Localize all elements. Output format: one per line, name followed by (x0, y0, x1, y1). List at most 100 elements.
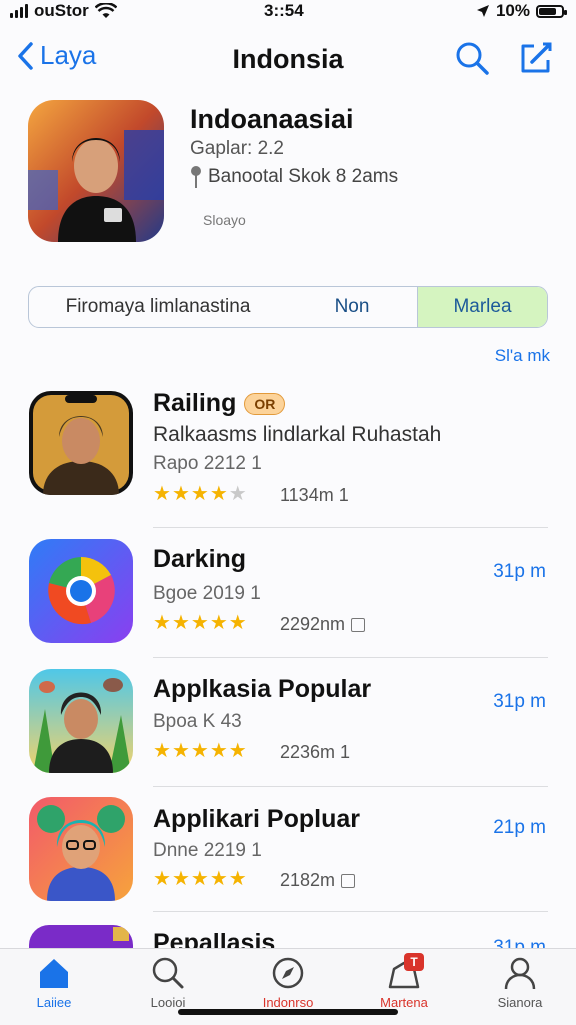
featured-app-location: Banootal Skok 8 2ams (190, 165, 398, 189)
rating-stars: ★ ★ ★ ★ ★ (153, 484, 247, 504)
category-segmented-control: Firomaya limlanastina Non Marlea (28, 286, 548, 328)
rating-count: 2236m 1 (280, 742, 350, 763)
see-all-link[interactable]: Sl'a mk (495, 346, 550, 366)
location-text: Banootal Skok 8 2ams (208, 166, 399, 187)
tab-label: Looioi (150, 995, 186, 1010)
battery-percent: 10% (495, 1, 530, 20)
app-name-text: Applkasia Popular (153, 675, 372, 703)
app-time: 31p m (493, 691, 546, 712)
status-time: 3::54 (264, 1, 304, 20)
search-icon[interactable] (454, 40, 490, 76)
featured-app-title: Indoanaasiai (190, 104, 354, 134)
app-icon (29, 539, 133, 643)
home-icon (36, 955, 72, 991)
star-icon: ★ (190, 740, 209, 762)
star-icon: ★ (153, 868, 171, 890)
rating-count-text: 1134m 1 (280, 485, 349, 505)
rating-count-text: 2182m (280, 870, 336, 890)
star-icon: ★ (228, 740, 247, 762)
signal-icon (10, 4, 28, 18)
rating-count: 1134m 1 (280, 485, 349, 506)
rating-count: 2292nm (280, 614, 366, 635)
location-arrow-icon (476, 5, 489, 17)
star-icon: ★ (209, 612, 228, 634)
star-icon: ★ (190, 612, 209, 634)
star-icon: ★ (171, 483, 190, 505)
tab-explore[interactable]: Indonrso (238, 955, 338, 1010)
tab-market[interactable]: T Martena (354, 953, 454, 1010)
star-icon: ★ (171, 612, 190, 634)
store-icon: T (386, 953, 424, 991)
featured-app-artwork[interactable] (28, 100, 164, 242)
battery-icon (536, 4, 567, 18)
rating-count-text: 2236m 1 (280, 742, 351, 762)
app-time: 31p m (493, 561, 546, 582)
star-icon: ★ (153, 740, 171, 762)
app-name: Applkasia Popular (153, 675, 371, 704)
square-icon (351, 617, 366, 632)
app-meta: Bgoe 2019 1 (153, 583, 261, 604)
square-icon (341, 873, 356, 888)
star-icon: ★ (209, 740, 228, 762)
rating-count: 2182m (280, 870, 356, 891)
app-description: Ralkaasms lindlarkal Ruhastah (153, 423, 442, 446)
rating-stars: ★ ★ ★ ★ ★ (153, 613, 247, 633)
status-right: 10% (476, 1, 567, 21)
rating-stars: ★ ★ ★ ★ ★ (153, 741, 247, 761)
compose-icon[interactable] (518, 40, 554, 76)
status-bar: ouStor 3::54 10% (0, 0, 576, 22)
tab-label: Martena (380, 995, 428, 1010)
star-icon: ★ (171, 740, 190, 762)
star-icon: ★ (171, 868, 190, 890)
star-half-icon: ★ (209, 483, 228, 505)
app-icon (29, 391, 133, 495)
segment-option-3-selected[interactable]: Marlea (417, 287, 547, 327)
row-divider (153, 786, 548, 787)
featured-app-caption: Sloayo (203, 212, 246, 228)
home-indicator (178, 1009, 398, 1015)
row-divider (153, 527, 548, 528)
compass-icon (270, 955, 306, 991)
app-icon (29, 925, 133, 948)
tab-label: Laiiee (36, 995, 72, 1010)
featured-app-header: Indoanaasiai Gaplar: 2.2 Banootal Skok 8… (28, 100, 548, 250)
star-icon: ★ (190, 868, 209, 890)
app-name-text: Applikari Popluar (153, 805, 360, 833)
navigation-bar: Laya Indonsia (0, 30, 576, 90)
search-icon (150, 955, 186, 991)
tab-profile[interactable]: Sianora (470, 955, 570, 1010)
person-icon (502, 955, 538, 991)
star-icon: ★ (153, 483, 171, 505)
app-icon (29, 669, 133, 773)
star-half-icon: ★ (228, 612, 247, 634)
app-icon (29, 797, 133, 901)
person-illustration (28, 100, 164, 242)
app-meta: Bpoa K 43 (153, 711, 242, 732)
tab-home[interactable]: Laiiee (4, 955, 104, 1010)
app-name: Applikari Popluar (153, 805, 360, 834)
app-meta: Rapo 2212 1 (153, 453, 262, 474)
wifi-icon (94, 3, 117, 18)
notification-badge: T (404, 953, 424, 971)
app-name: Darking (153, 545, 246, 574)
star-half-icon: ★ (228, 868, 247, 890)
tab-label: Indonrso (262, 995, 314, 1010)
star-empty-icon: ★ (228, 483, 247, 505)
segment-option-2[interactable]: Non (287, 287, 417, 327)
app-time: 21p m (493, 817, 546, 838)
app-name: Railing OR (153, 389, 286, 418)
star-icon: ★ (209, 868, 228, 890)
rating-count-text: 2292nm (280, 614, 346, 634)
carrier-label: ouStor (34, 1, 89, 20)
tab-search[interactable]: Looioi (118, 955, 218, 1010)
app-meta: Dnne 2219 1 (153, 840, 262, 861)
star-icon: ★ (153, 612, 171, 634)
status-left: ouStor (10, 1, 117, 21)
featured-app-subtitle: Gaplar: 2.2 (190, 138, 284, 159)
segment-option-1[interactable]: Firomaya limlanastina (29, 287, 287, 327)
app-badge: OR (244, 392, 286, 415)
row-divider (153, 911, 548, 912)
pin-icon (191, 166, 201, 188)
rating-stars: ★ ★ ★ ★ ★ (153, 869, 247, 889)
star-icon: ★ (190, 483, 209, 505)
